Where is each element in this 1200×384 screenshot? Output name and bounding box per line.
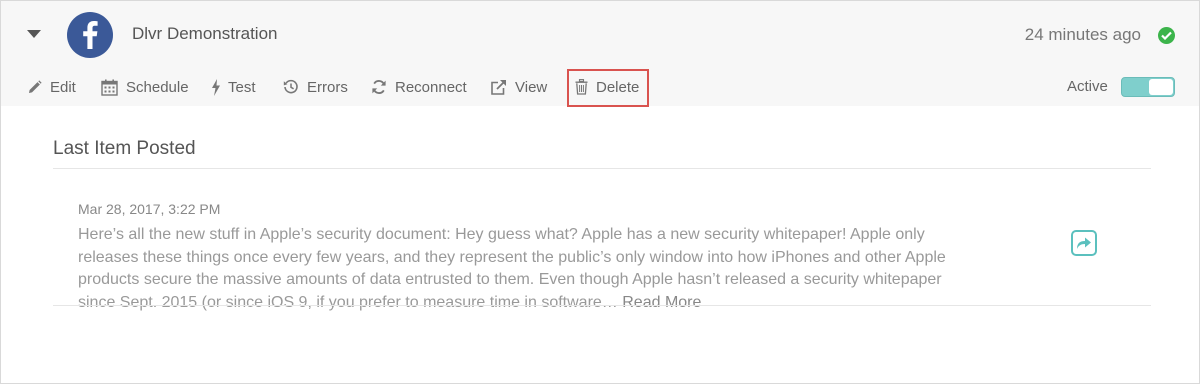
reconnect-label: Reconnect (395, 78, 467, 96)
account-name: Dlvr Demonstration (132, 24, 278, 43)
edit-label: Edit (50, 78, 76, 96)
toggle-knob (1149, 79, 1173, 95)
post-date: Mar 28, 2017, 3:22 PM (78, 201, 221, 217)
errors-label: Errors (307, 78, 348, 96)
account-panel: Dlvr Demonstration 24 minutes ago Edit S… (0, 0, 1200, 384)
edit-button[interactable]: Edit (27, 76, 76, 98)
test-label: Test (228, 78, 256, 96)
divider (53, 305, 1151, 306)
schedule-label: Schedule (126, 78, 189, 96)
share-button[interactable] (1071, 230, 1097, 256)
external-link-icon (491, 79, 506, 95)
schedule-button[interactable]: Schedule (101, 76, 189, 98)
last-posted-time: 24 minutes ago (1024, 25, 1141, 44)
section-title: Last Item Posted (53, 138, 196, 159)
divider (53, 168, 1151, 169)
test-button[interactable]: Test (211, 76, 256, 98)
post-text: Here’s all the new stuff in Apple’s secu… (78, 226, 946, 311)
collapse-caret-icon[interactable] (27, 30, 41, 38)
view-button[interactable]: View (490, 76, 547, 98)
read-more-link[interactable]: Read More (622, 294, 701, 311)
reconnect-button[interactable]: Reconnect (371, 76, 467, 98)
active-label: Active (1067, 78, 1108, 95)
history-icon (283, 79, 298, 94)
pencil-icon (29, 79, 42, 93)
post-excerpt: Here’s all the new stuff in Apple’s secu… (78, 224, 958, 314)
errors-button[interactable]: Errors (283, 76, 348, 98)
calendar-icon (101, 79, 118, 96)
view-label: View (515, 78, 548, 96)
share-icon (1077, 237, 1091, 249)
active-toggle[interactable] (1121, 77, 1175, 97)
delete-highlight-box (567, 69, 649, 107)
facebook-icon (67, 12, 113, 58)
lightning-icon (212, 78, 220, 96)
refresh-icon (372, 80, 386, 94)
status-check-icon (1158, 27, 1175, 44)
account-header: Dlvr Demonstration 24 minutes ago (1, 1, 1199, 67)
